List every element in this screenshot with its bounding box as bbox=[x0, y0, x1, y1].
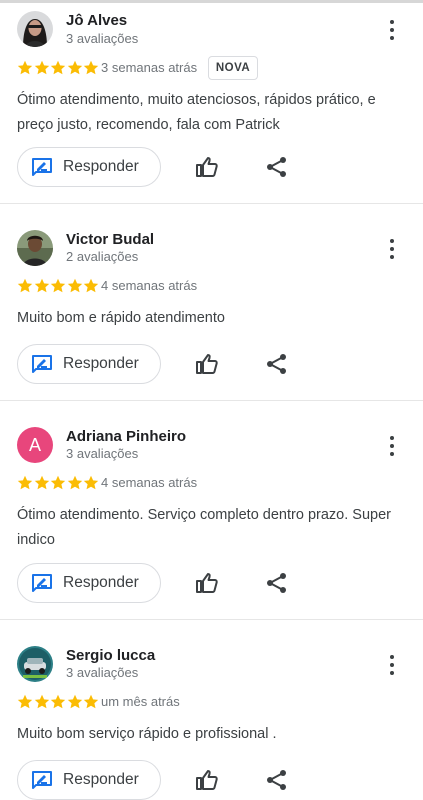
star-rating bbox=[17, 694, 100, 710]
avatar-photo bbox=[17, 230, 53, 266]
review-card: Jô Alves 3 avaliações 3 semanas atrás NO… bbox=[0, 0, 423, 204]
review-date: 3 semanas atrás bbox=[101, 60, 198, 75]
star-icon bbox=[50, 60, 66, 75]
review-count: 3 avaliações bbox=[66, 665, 139, 680]
review-text: Ótimo atendimento, muito atenciosos, ráp… bbox=[17, 92, 376, 133]
star-icon bbox=[50, 278, 66, 293]
thumbs-up-icon[interactable] bbox=[195, 571, 219, 595]
thumbs-up-icon[interactable] bbox=[195, 155, 219, 179]
reply-label: Responder bbox=[63, 355, 139, 372]
reviewer-name[interactable]: Jô Alves bbox=[66, 12, 127, 29]
star-icon bbox=[34, 60, 49, 75]
review-count: 2 avaliações bbox=[66, 249, 139, 264]
review-card: A Adriana Pinheiro 3 avaliações 4 semana… bbox=[0, 401, 423, 620]
review-text: Muito bom serviço rápido e profissional … bbox=[17, 726, 277, 742]
reviewer-avatar[interactable]: A bbox=[17, 427, 53, 463]
star-icon bbox=[83, 475, 99, 490]
more-options-icon[interactable] bbox=[386, 654, 398, 676]
star-icon bbox=[50, 475, 66, 490]
review-text: Ótimo atendimento. Serviço completo dent… bbox=[17, 507, 391, 548]
reply-button[interactable]: Responder bbox=[17, 760, 161, 800]
share-icon[interactable] bbox=[266, 156, 288, 178]
star-icon bbox=[34, 475, 49, 490]
avatar-photo bbox=[17, 11, 53, 47]
share-icon[interactable] bbox=[266, 572, 288, 594]
star-icon bbox=[17, 475, 33, 490]
review-date: um mês atrás bbox=[101, 694, 180, 709]
reply-edit-icon bbox=[32, 574, 52, 592]
avatar-photo bbox=[17, 646, 53, 682]
reply-button[interactable]: Responder bbox=[17, 344, 161, 384]
reply-edit-icon bbox=[32, 771, 52, 789]
star-rating bbox=[17, 475, 100, 491]
star-rating bbox=[17, 60, 100, 76]
star-icon bbox=[83, 60, 99, 75]
more-options-icon[interactable] bbox=[386, 238, 398, 260]
star-icon bbox=[17, 278, 33, 293]
star-icon bbox=[67, 60, 82, 75]
review-count: 3 avaliações bbox=[66, 31, 139, 46]
review-date: 4 semanas atrás bbox=[101, 475, 198, 490]
more-options-icon[interactable] bbox=[386, 435, 398, 457]
new-badge: NOVA bbox=[208, 56, 258, 80]
star-icon bbox=[83, 694, 99, 709]
star-icon bbox=[34, 694, 49, 709]
reply-label: Responder bbox=[63, 574, 139, 591]
reply-edit-icon bbox=[32, 158, 52, 176]
share-icon[interactable] bbox=[266, 769, 288, 791]
star-icon bbox=[67, 475, 82, 490]
star-icon bbox=[17, 694, 33, 709]
reviewer-name[interactable]: Sergio lucca bbox=[66, 647, 155, 664]
reply-button[interactable]: Responder bbox=[17, 147, 161, 187]
review-count: 3 avaliações bbox=[66, 446, 139, 461]
reply-label: Responder bbox=[63, 771, 139, 788]
reviewer-avatar[interactable] bbox=[17, 11, 53, 47]
reviewer-name[interactable]: Victor Budal bbox=[66, 231, 154, 248]
star-icon bbox=[50, 694, 66, 709]
reply-edit-icon bbox=[32, 355, 52, 373]
star-icon bbox=[67, 278, 82, 293]
reply-label: Responder bbox=[63, 158, 139, 175]
star-icon bbox=[17, 60, 33, 75]
reviewer-avatar[interactable] bbox=[17, 230, 53, 266]
more-options-icon[interactable] bbox=[386, 19, 398, 41]
review-date: 4 semanas atrás bbox=[101, 278, 198, 293]
star-icon bbox=[67, 694, 82, 709]
share-icon[interactable] bbox=[266, 353, 288, 375]
reviewer-name[interactable]: Adriana Pinheiro bbox=[66, 428, 186, 445]
avatar-letter: A bbox=[28, 435, 41, 455]
star-icon bbox=[34, 278, 49, 293]
review-card: Sergio lucca 3 avaliações um mês atrás M… bbox=[0, 620, 423, 800]
reply-button[interactable]: Responder bbox=[17, 563, 161, 603]
reviewer-avatar[interactable] bbox=[17, 646, 53, 682]
star-icon bbox=[83, 278, 99, 293]
review-card: Victor Budal 2 avaliações 4 semanas atrá… bbox=[0, 204, 423, 401]
star-rating bbox=[17, 278, 100, 294]
thumbs-up-icon[interactable] bbox=[195, 768, 219, 792]
thumbs-up-icon[interactable] bbox=[195, 352, 219, 376]
review-text: Muito bom e rápido atendimento bbox=[17, 310, 225, 326]
